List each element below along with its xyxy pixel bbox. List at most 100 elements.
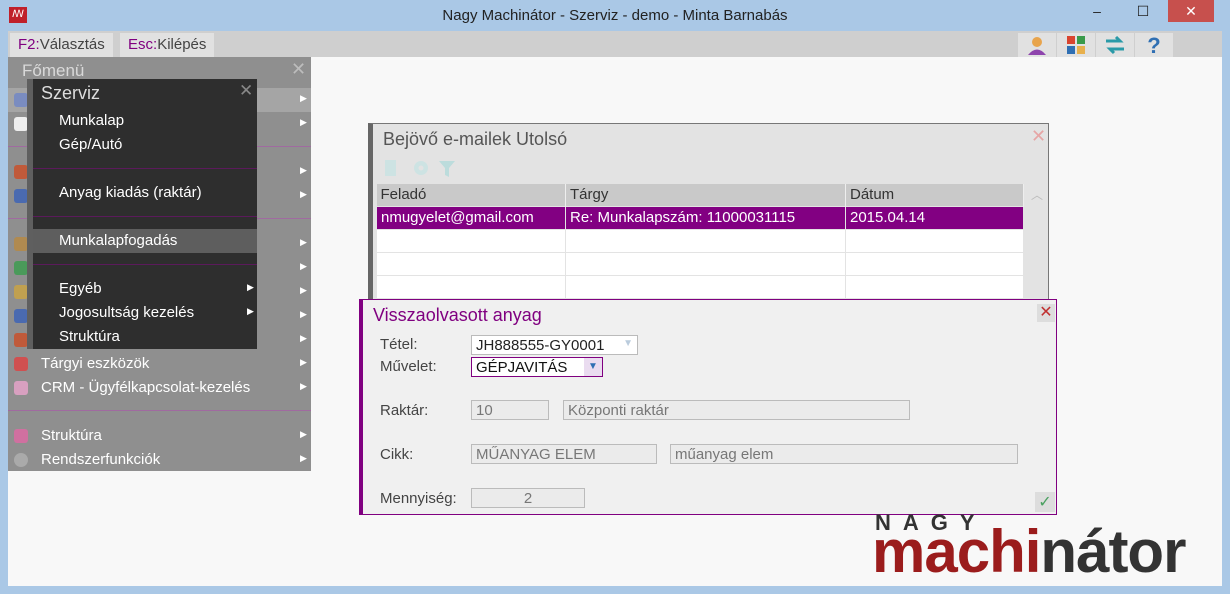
main-menu-item-rendszerfunkciok[interactable]: Rendszerfunkciók ▶ xyxy=(8,448,311,472)
table-row[interactable] xyxy=(376,228,1024,253)
logo-red: machi xyxy=(872,518,1041,585)
visszaolvasott-anyag-dialog: Visszaolvasott anyag ✕ Tétel: JH888555-G… xyxy=(359,299,1057,515)
help-button[interactable]: ? xyxy=(1135,33,1173,58)
column-header[interactable]: Tárgy xyxy=(565,184,846,206)
table-row[interactable] xyxy=(376,274,1024,299)
cikk-label: Cikk: xyxy=(380,446,414,463)
menu-label: Gép/Autó xyxy=(59,136,123,153)
table-row[interactable]: nmugyelet@gmail.com Re: Munkalapszám: 11… xyxy=(376,205,1024,230)
mennyiseg-field: 2 xyxy=(471,488,585,508)
close-window-button[interactable]: ✕ xyxy=(1168,0,1214,22)
tetel-value: JH888555-GY0001 xyxy=(476,337,605,354)
mennyiseg-label: Mennyiség: xyxy=(380,490,457,507)
close-icon[interactable]: ✕ xyxy=(1031,126,1046,147)
menu-label: Egyéb xyxy=(59,280,102,297)
eye-icon[interactable] xyxy=(414,161,428,175)
maximize-button[interactable]: ☐ xyxy=(1120,0,1166,22)
switch-button[interactable] xyxy=(1096,33,1134,57)
raktar-label: Raktár: xyxy=(380,402,429,419)
divider xyxy=(33,216,257,217)
divider xyxy=(33,264,257,265)
column-header[interactable]: Feladó xyxy=(376,184,566,206)
email-table: Feladó Tárgy Dátum nmugyelet@gmail.com R… xyxy=(376,184,1024,299)
main-menu-item-struktura[interactable]: Struktúra ▶ xyxy=(8,424,311,448)
menu-label: CRM - Ügyfélkapcsolat-kezelés xyxy=(41,379,251,396)
chevron-right-icon: ▶ xyxy=(300,357,307,367)
user-icon xyxy=(1028,37,1046,55)
column-header[interactable]: Dátum xyxy=(845,184,1024,206)
menu-icon xyxy=(14,165,28,179)
raktar-code-field: 10 xyxy=(471,400,549,420)
select-label: Választás xyxy=(39,36,105,53)
select-button[interactable]: F2:Választás xyxy=(10,33,113,57)
chevron-right-icon: ▶ xyxy=(300,117,307,127)
submenu-item-anyag-kiadas[interactable]: Anyag kiadás (raktár) xyxy=(33,181,257,205)
switch-icon xyxy=(1106,35,1124,55)
muvelet-select[interactable]: GÉPJAVITÁS ▼ xyxy=(471,357,603,377)
chevron-right-icon: ▶ xyxy=(300,309,307,319)
logo-wordmark: machinátor xyxy=(872,516,1186,588)
menu-label: Munkalapfogadás xyxy=(59,232,178,249)
filter-icon[interactable] xyxy=(439,161,455,177)
modules-icon xyxy=(1067,36,1085,54)
menu-label: Struktúra xyxy=(59,328,120,345)
cikk-code-field: MŰANYAG ELEM xyxy=(471,444,657,464)
chevron-right-icon: ▶ xyxy=(300,285,307,295)
close-icon[interactable]: ✕ xyxy=(1037,304,1055,322)
main-menu-item-targyi-eszkozok[interactable]: Tárgyi eszközök ▶ xyxy=(8,352,311,376)
submenu-item-gep-auto[interactable]: Gép/Autó xyxy=(33,133,257,157)
confirm-check-button[interactable]: ✓ xyxy=(1035,492,1055,512)
divider xyxy=(33,168,257,169)
chevron-right-icon: ▶ xyxy=(247,282,254,292)
help-icon: ? xyxy=(1147,33,1161,58)
close-icon[interactable]: ✕ xyxy=(239,81,253,101)
user-button[interactable] xyxy=(1018,33,1056,57)
exit-label: Kilépés xyxy=(157,36,207,53)
shortcut-key: F2: xyxy=(18,36,40,53)
chevron-right-icon: ▶ xyxy=(300,429,307,439)
muvelet-value: GÉPJAVITÁS xyxy=(476,359,568,376)
document-icon[interactable] xyxy=(385,160,396,176)
menu-icon xyxy=(14,333,28,347)
scroll-up-icon[interactable]: ︿ xyxy=(1031,186,1043,203)
menu-label: Rendszerfunkciók xyxy=(41,451,161,468)
chevron-right-icon: ▶ xyxy=(300,237,307,247)
submenu-item-struktura[interactable]: Struktúra xyxy=(33,325,257,349)
submenu-item-jogosultsag[interactable]: Jogosultság kezelés ▶ xyxy=(33,301,257,325)
chevron-right-icon: ▶ xyxy=(300,189,307,199)
table-row[interactable] xyxy=(376,251,1024,276)
panel-title: Bejövő e-mailek Utolsó xyxy=(383,129,568,149)
structure-icon xyxy=(14,429,28,443)
minimize-button[interactable]: – xyxy=(1074,0,1120,22)
chevron-right-icon: ▶ xyxy=(300,453,307,463)
cikk-name-field: műanyag elem xyxy=(670,444,1018,464)
tetel-select[interactable]: JH888555-GY0001 ▼ xyxy=(471,335,638,355)
submenu-title: Szerviz xyxy=(41,83,101,103)
sender-cell: nmugyelet@gmail.com xyxy=(376,205,566,230)
logo-dark: nátor xyxy=(1040,518,1186,585)
modules-button[interactable] xyxy=(1057,33,1095,57)
title-bar: ꟿ Nagy Machinátor - Szerviz - demo - Min… xyxy=(0,0,1230,31)
toolbar: F2:Választás Esc:Kilépés ? xyxy=(8,31,1222,58)
dropdown-arrow-icon: ▼ xyxy=(623,338,633,349)
chevron-right-icon: ▶ xyxy=(300,165,307,175)
house-icon xyxy=(14,357,28,371)
submenu-item-munkalapfogadas[interactable]: Munkalapfogadás xyxy=(33,229,257,253)
menu-label: Jogosultság kezelés xyxy=(59,304,195,321)
chevron-right-icon: ▶ xyxy=(300,381,307,391)
dialog-title: Visszaolvasott anyag xyxy=(373,305,542,325)
window-title: Nagy Machinátor - Szerviz - demo - Minta… xyxy=(442,7,788,24)
menu-icon xyxy=(14,93,28,107)
email-panel: Bejövő e-mailek Utolsó ✕ Feladó Tárgy Dá… xyxy=(368,123,1049,301)
close-icon[interactable]: ✕ xyxy=(291,59,306,80)
exit-button[interactable]: Esc:Kilépés xyxy=(120,33,215,57)
main-menu-item-crm[interactable]: CRM - Ügyfélkapcsolat-kezelés ▶ xyxy=(8,376,311,400)
panel-toolbar xyxy=(385,160,455,177)
menu-icon xyxy=(14,285,28,299)
submenu-item-egyeb[interactable]: Egyéb ▶ xyxy=(33,277,257,301)
dropdown-arrow-icon: ▼ xyxy=(584,358,602,376)
chevron-right-icon: ▶ xyxy=(300,261,307,271)
gears-icon xyxy=(14,453,28,467)
submenu-item-munkalap[interactable]: Munkalap xyxy=(33,109,257,133)
menu-label: Munkalap xyxy=(59,112,125,129)
